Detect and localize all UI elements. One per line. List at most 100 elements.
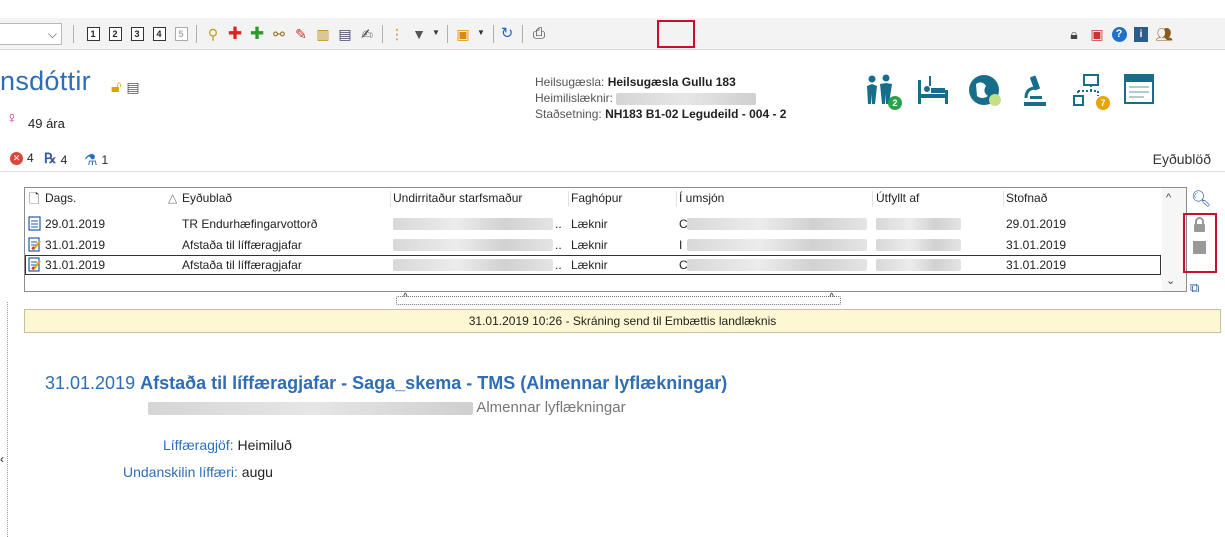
- header-date[interactable]: Dags.: [45, 191, 76, 205]
- id-card-icon[interactable]: ▤: [126, 79, 139, 97]
- table-row-selected[interactable]: 31.01.2019 Afstaða til líffæragjafar .. …: [25, 255, 1161, 275]
- filter-button[interactable]: ▼: [411, 26, 427, 42]
- toolbar-separator: [447, 25, 448, 43]
- field-label: Líffæragjöf:: [163, 437, 234, 453]
- eraser-button[interactable]: ✎: [293, 26, 309, 42]
- filter-dropdown-icon[interactable]: ▼: [432, 28, 440, 37]
- bed-button[interactable]: [916, 74, 948, 108]
- header-signed-by[interactable]: Undirritaður starfsmaður: [393, 191, 522, 205]
- flask-count: 1: [101, 153, 109, 167]
- edit-icon: ✍: [361, 26, 373, 42]
- header-in-charge[interactable]: Í umsjón: [679, 191, 724, 205]
- redacted-filled-by: [876, 239, 961, 251]
- people-search-button[interactable]: ⚲: [205, 26, 221, 42]
- row-created: 29.01.2019: [1006, 217, 1067, 231]
- button-3[interactable]: 3: [129, 26, 145, 42]
- expand-left-icon[interactable]: ‹: [0, 452, 4, 466]
- toolbar-separator: [73, 25, 74, 43]
- columns-icon: ⋮: [390, 26, 404, 42]
- row-date: 29.01.2019: [45, 217, 106, 231]
- signed-document-icon: [28, 237, 41, 252]
- export-dropdown-icon[interactable]: ▼: [477, 28, 485, 37]
- row-ellipsis: ..: [555, 258, 562, 272]
- add-red-button[interactable]: ✚: [227, 25, 243, 42]
- location-line: Staðsetning: NH183 B1-02 Legudeild - 004…: [535, 107, 787, 121]
- add-green-button[interactable]: ✚: [249, 25, 265, 42]
- flask-indicator[interactable]: ⚗︎ 1: [84, 151, 108, 169]
- network-button[interactable]: 7: [1072, 74, 1110, 110]
- patient-name: nsdóttir: [0, 66, 91, 96]
- section-label: Eyðublöð: [1152, 151, 1211, 167]
- books-button[interactable]: ▥: [315, 26, 331, 42]
- rx-icon: ℞: [44, 152, 57, 167]
- header-form[interactable]: Eyðublað: [182, 191, 232, 205]
- table-row[interactable]: 29.01.2019 TR Endurhæfingarvottorð .. Læ…: [25, 214, 1161, 234]
- help-icon: ?: [1111, 26, 1127, 42]
- header-profession[interactable]: Faghópur: [571, 191, 622, 205]
- header-info: Heilsugæsla: Heilsugæsla Gullu 183 Heimi…: [535, 74, 786, 122]
- clinic-line: Heilsugæsla: Heilsugæsla Gullu 183: [535, 75, 736, 89]
- binoculars-button[interactable]: ⚯: [271, 26, 287, 42]
- main-toolbar: ⌵ 1 2 3 4 5 ⚲ ✚ ✚ ⚯ ✎ ▥ ▤ ✍ ⋮ ▼ ▼ ▣ ▼ ↻ …: [0, 18, 1225, 50]
- window-button[interactable]: [1124, 74, 1156, 108]
- refresh-button[interactable]: ↻: [499, 26, 515, 42]
- gp-line: Heimilislæknir:: [535, 90, 786, 106]
- close-record-button[interactable]: ▣: [1089, 26, 1105, 42]
- edit-button[interactable]: ✍: [359, 26, 375, 42]
- header-created[interactable]: Stofnað: [1006, 191, 1047, 205]
- button-5[interactable]: 5: [173, 26, 189, 42]
- female-icon: ♀: [6, 110, 18, 127]
- documents-button[interactable]: ▤: [337, 26, 353, 42]
- scroll-down-icon[interactable]: ⌄: [1166, 274, 1175, 287]
- prescriptions-indicator[interactable]: ℞ 4: [44, 151, 67, 168]
- document-title-text: Afstaða til líffæragjafar - Saga_skema -…: [140, 373, 728, 393]
- users-button[interactable]: 👥︎: [1155, 26, 1173, 42]
- consult-button[interactable]: [968, 74, 1001, 108]
- button-1[interactable]: 1: [85, 26, 101, 42]
- print-button[interactable]: ⎙: [531, 26, 547, 42]
- status-row: ✕ 4 ℞ 4 ⚗︎ 1: [0, 144, 1225, 172]
- info-button[interactable]: i: [1133, 26, 1149, 42]
- redacted-in-charge: [687, 239, 867, 251]
- button-4[interactable]: 4: [151, 26, 167, 42]
- form-search-icon[interactable]: 🔍︎: [1191, 189, 1211, 209]
- document-icon: 🗋︎: [29, 191, 40, 206]
- people-button[interactable]: 2: [864, 74, 902, 110]
- people-count-badge: 2: [888, 96, 902, 110]
- patient-age: 49 ára: [28, 116, 65, 131]
- lab-button[interactable]: [1020, 74, 1052, 108]
- copy-form-icon[interactable]: ⧉: [1190, 280, 1199, 296]
- splitter-up-icon-right[interactable]: ^: [829, 292, 834, 303]
- panel-splitter[interactable]: ^ ^: [396, 292, 841, 305]
- export-button[interactable]: ▣: [455, 26, 471, 42]
- view-combo[interactable]: ⌵: [0, 23, 62, 45]
- column-divider: [390, 191, 391, 207]
- redacted-signed-by: [393, 218, 553, 230]
- splitter-up-icon[interactable]: ^: [403, 292, 408, 303]
- button-2[interactable]: 2: [107, 26, 123, 42]
- document-title: 31.01.2019 Afstaða til líffæragjafar - S…: [45, 373, 727, 394]
- toolbar-separator: [522, 25, 523, 43]
- left-panel-handle[interactable]: ‹: [0, 302, 8, 537]
- document-subtitle: Almennar lyflækningar: [148, 399, 626, 416]
- lock-highlight: [1183, 213, 1217, 273]
- field-value: augu: [241, 464, 273, 480]
- clinic-value: Heilsugæsla Gullu 183: [607, 75, 736, 89]
- row-profession: Læknir: [571, 238, 608, 252]
- print-highlight: [657, 20, 695, 48]
- microscope-icon: [1024, 75, 1046, 106]
- columns-button[interactable]: ⋮: [389, 26, 405, 42]
- field-organ-donation: Líffæragjöf: Heimiluð: [163, 437, 292, 453]
- table-row[interactable]: 31.01.2019 Afstaða til líffæragjafar .. …: [25, 235, 1161, 255]
- row-form: TR Endurhæfingarvottorð: [182, 217, 318, 231]
- help-button[interactable]: ?: [1111, 26, 1127, 42]
- close-record-icon: ▣: [1090, 26, 1104, 42]
- document-date: 31.01.2019: [45, 373, 136, 393]
- scroll-up-icon[interactable]: ^: [1166, 192, 1171, 204]
- lock-button[interactable]: 🔒︎: [1066, 26, 1082, 42]
- header-filled-by[interactable]: Útfyllt af: [876, 191, 919, 205]
- redacted-gp: [616, 92, 757, 105]
- unlock-icon[interactable]: 🔓︎: [111, 79, 121, 97]
- row-created: 31.01.2019: [1006, 238, 1067, 252]
- alerts-indicator[interactable]: ✕ 4: [10, 151, 34, 165]
